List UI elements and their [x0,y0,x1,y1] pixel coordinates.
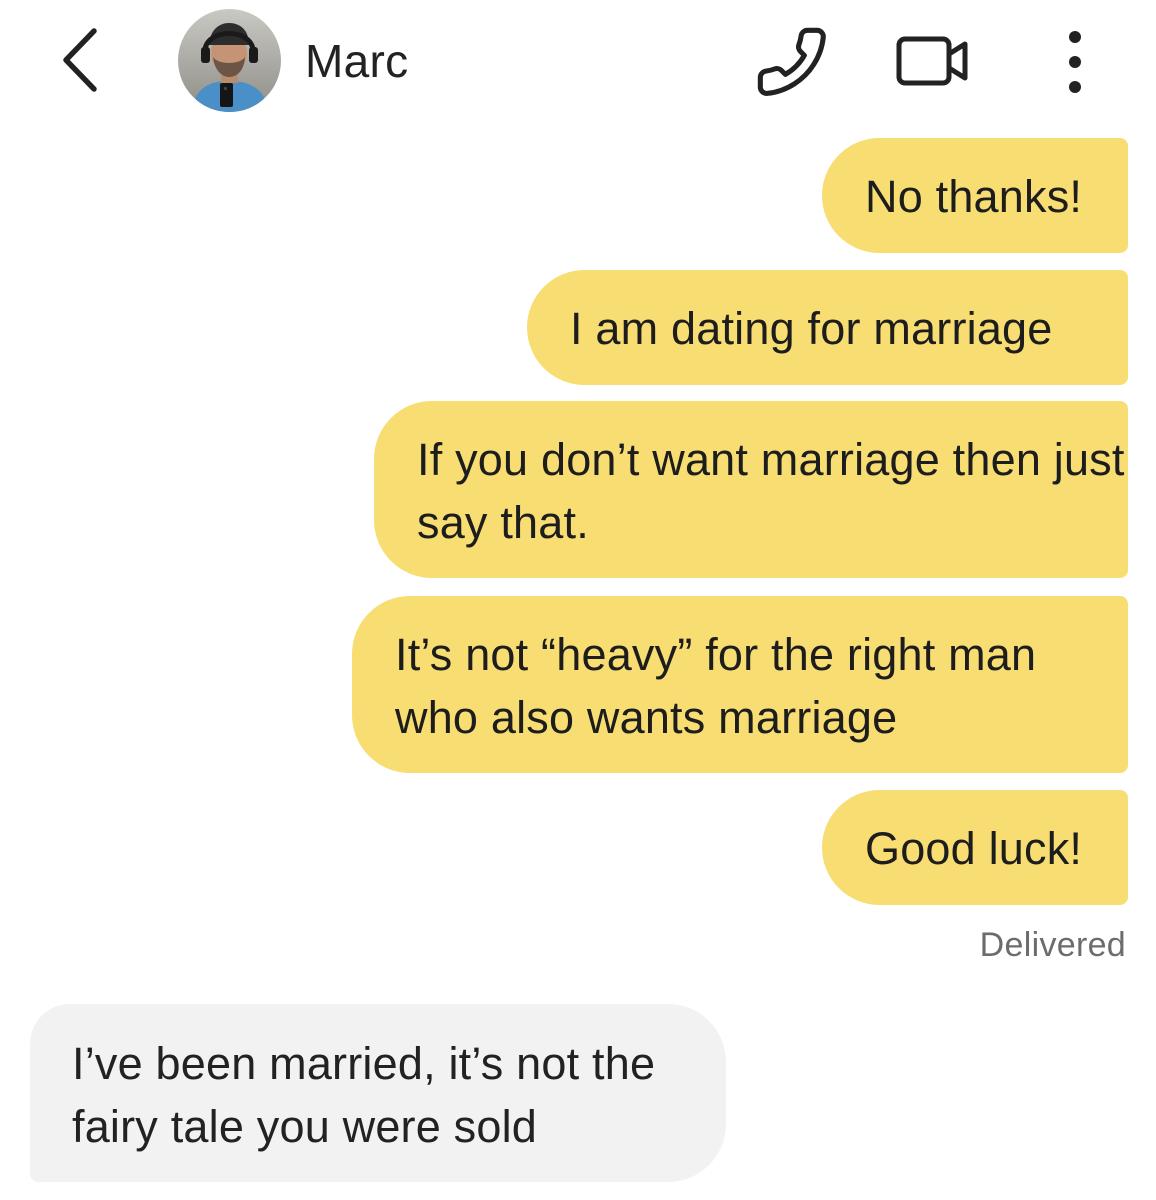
video-camera-icon [896,36,968,86]
more-options-button[interactable] [1052,22,1098,102]
phone-icon [757,27,826,96]
message-bubble-outgoing[interactable]: No thanks! [822,138,1128,253]
avatar[interactable] [178,9,281,112]
message-bubble-incoming[interactable]: I’ve been married, it’s not the fairy ta… [30,1004,726,1182]
message-bubble-outgoing[interactable]: It’s not “heavy” for the right man who a… [352,596,1128,773]
delivery-status: Delivered [979,926,1126,964]
chat-header: Marc [0,0,1156,120]
more-vertical-icon [1069,31,1081,93]
chevron-left-icon [63,28,97,92]
contact-photo [178,9,281,112]
call-button[interactable] [752,22,832,102]
message-bubble-outgoing[interactable]: Good luck! [822,790,1128,905]
message-bubble-outgoing[interactable]: I am dating for marriage [527,270,1128,385]
message-bubble-outgoing[interactable]: If you don’t want marriage then just say… [374,401,1128,578]
contact-name[interactable]: Marc [305,34,408,88]
back-button[interactable] [52,24,108,96]
video-call-button[interactable] [893,26,973,96]
